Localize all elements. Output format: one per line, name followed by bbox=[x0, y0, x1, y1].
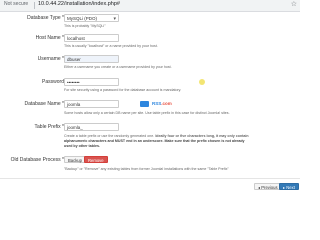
database-name-label: Database Name * bbox=[24, 101, 64, 107]
database-type-select[interactable]: MySQLi (PDO) bbox=[64, 14, 119, 23]
host-name-help: This is usually "localhost" or a name pr… bbox=[64, 44, 158, 48]
database-name-input[interactable]: joomla bbox=[64, 100, 119, 108]
old-db-process-label: Old Database Process * bbox=[10, 157, 64, 163]
host-name-input[interactable]: localhost bbox=[64, 34, 119, 42]
password-input[interactable]: •••••••• bbox=[64, 78, 119, 86]
username-help: Either a username you create or a userna… bbox=[64, 65, 172, 69]
database-type-label: Database Type * bbox=[27, 15, 64, 21]
database-name-help: Some hosts allow only a certain DB name … bbox=[64, 111, 230, 115]
table-prefix-help-line3: used by other tables. bbox=[64, 144, 100, 148]
table-prefix-help-line1: Create a table prefix or use the randoml… bbox=[64, 134, 249, 138]
username-input[interactable]: dbuser bbox=[64, 55, 119, 63]
database-type-help: This is probably "MySQLi" bbox=[64, 24, 106, 28]
address-divider bbox=[34, 2, 35, 9]
address-bar: Not secure 10.0.44.22/installation/index… bbox=[0, 0, 300, 12]
divider bbox=[0, 178, 300, 179]
remove-button[interactable]: Remove bbox=[84, 156, 108, 163]
url-text[interactable]: 10.0.44.22/installation/index.php# bbox=[38, 1, 120, 7]
table-prefix-label: Table Prefix * bbox=[34, 124, 64, 130]
watermark: RSS.com bbox=[152, 101, 172, 106]
watermark-text: RSS bbox=[152, 101, 162, 106]
cursor-highlight bbox=[199, 79, 205, 85]
table-prefix-help-bold-1: Ideally four or five characters long, it… bbox=[155, 134, 249, 138]
old-db-process-help: "Backup" or "Remove" any existing tables… bbox=[64, 167, 229, 171]
table-prefix-help-text: Create a table prefix or use the randoml… bbox=[64, 134, 155, 138]
table-prefix-input[interactable]: joomla_ bbox=[64, 123, 119, 131]
host-name-label: Host Name * bbox=[35, 35, 64, 41]
password-label: Password bbox=[42, 79, 64, 85]
password-help: For site security using a password for t… bbox=[64, 88, 182, 92]
rss-logo-icon bbox=[140, 101, 149, 107]
bookmark-star-icon[interactable]: ☆ bbox=[291, 0, 297, 8]
username-label: Username * bbox=[37, 56, 64, 62]
next-button[interactable]: ▸ Next bbox=[279, 183, 299, 190]
previous-button[interactable]: ◂ Previous bbox=[254, 183, 282, 190]
table-prefix-help-line2: alphanumeric characters and MUST end in … bbox=[64, 139, 245, 143]
watermark-suffix: .com bbox=[161, 101, 172, 106]
backup-button[interactable]: Backup bbox=[64, 156, 86, 163]
not-secure-indicator[interactable]: Not secure bbox=[4, 1, 28, 7]
